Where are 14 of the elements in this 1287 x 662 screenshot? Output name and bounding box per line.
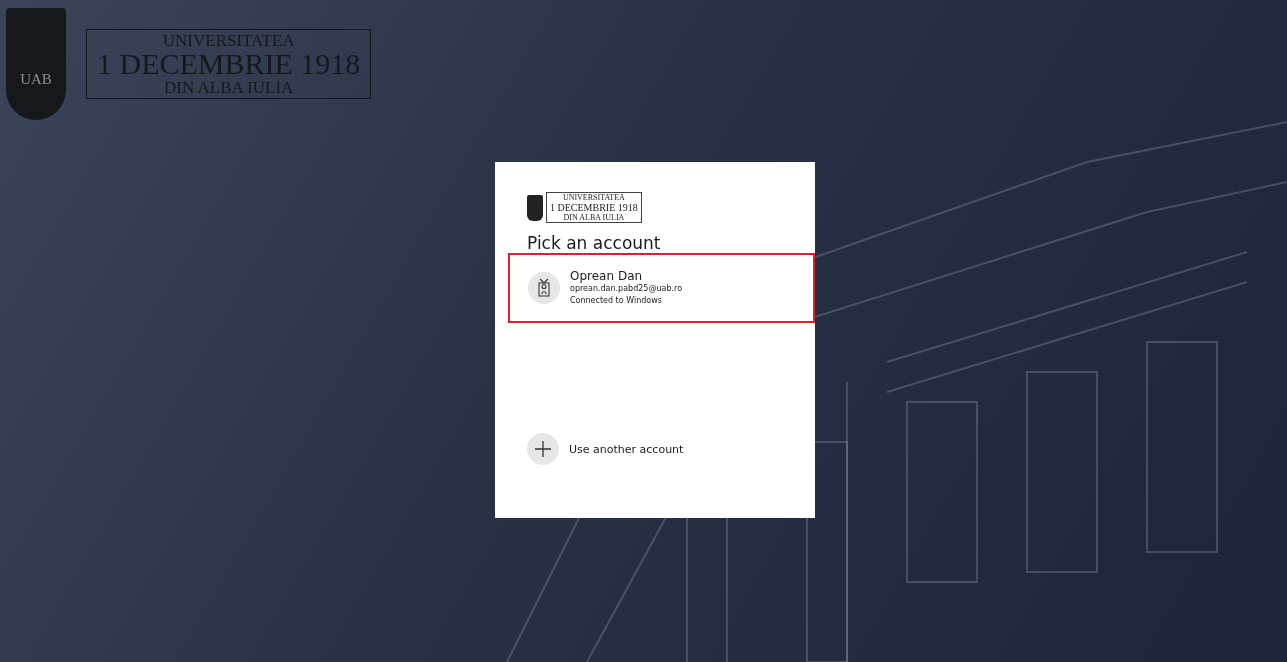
use-another-account-button[interactable]: Use another account <box>527 433 815 465</box>
account-name: Oprean Dan <box>570 269 644 283</box>
account-email: oprean.dan.pabd25@uab.ro <box>570 283 683 295</box>
account-tile[interactable]: Oprean Dan oprean.dan.pabd25@uab.ro Connected to Windows <box>508 253 815 323</box>
plus-icon <box>527 433 559 465</box>
dialog-title: Pick an account <box>527 233 662 253</box>
logo-text: UNIVERSITATEA <box>562 193 625 202</box>
account-status: Connected to Windows <box>570 295 663 307</box>
crest-text: UAB <box>20 70 52 88</box>
logo-text: DIN ALBA IULIA <box>563 213 625 222</box>
logo-text: 1 DECEMBRIE 1918 <box>550 202 638 213</box>
badge-icon <box>528 272 560 304</box>
logo-text: UNIVERSITATEA <box>162 32 295 49</box>
crest-icon <box>527 194 543 221</box>
